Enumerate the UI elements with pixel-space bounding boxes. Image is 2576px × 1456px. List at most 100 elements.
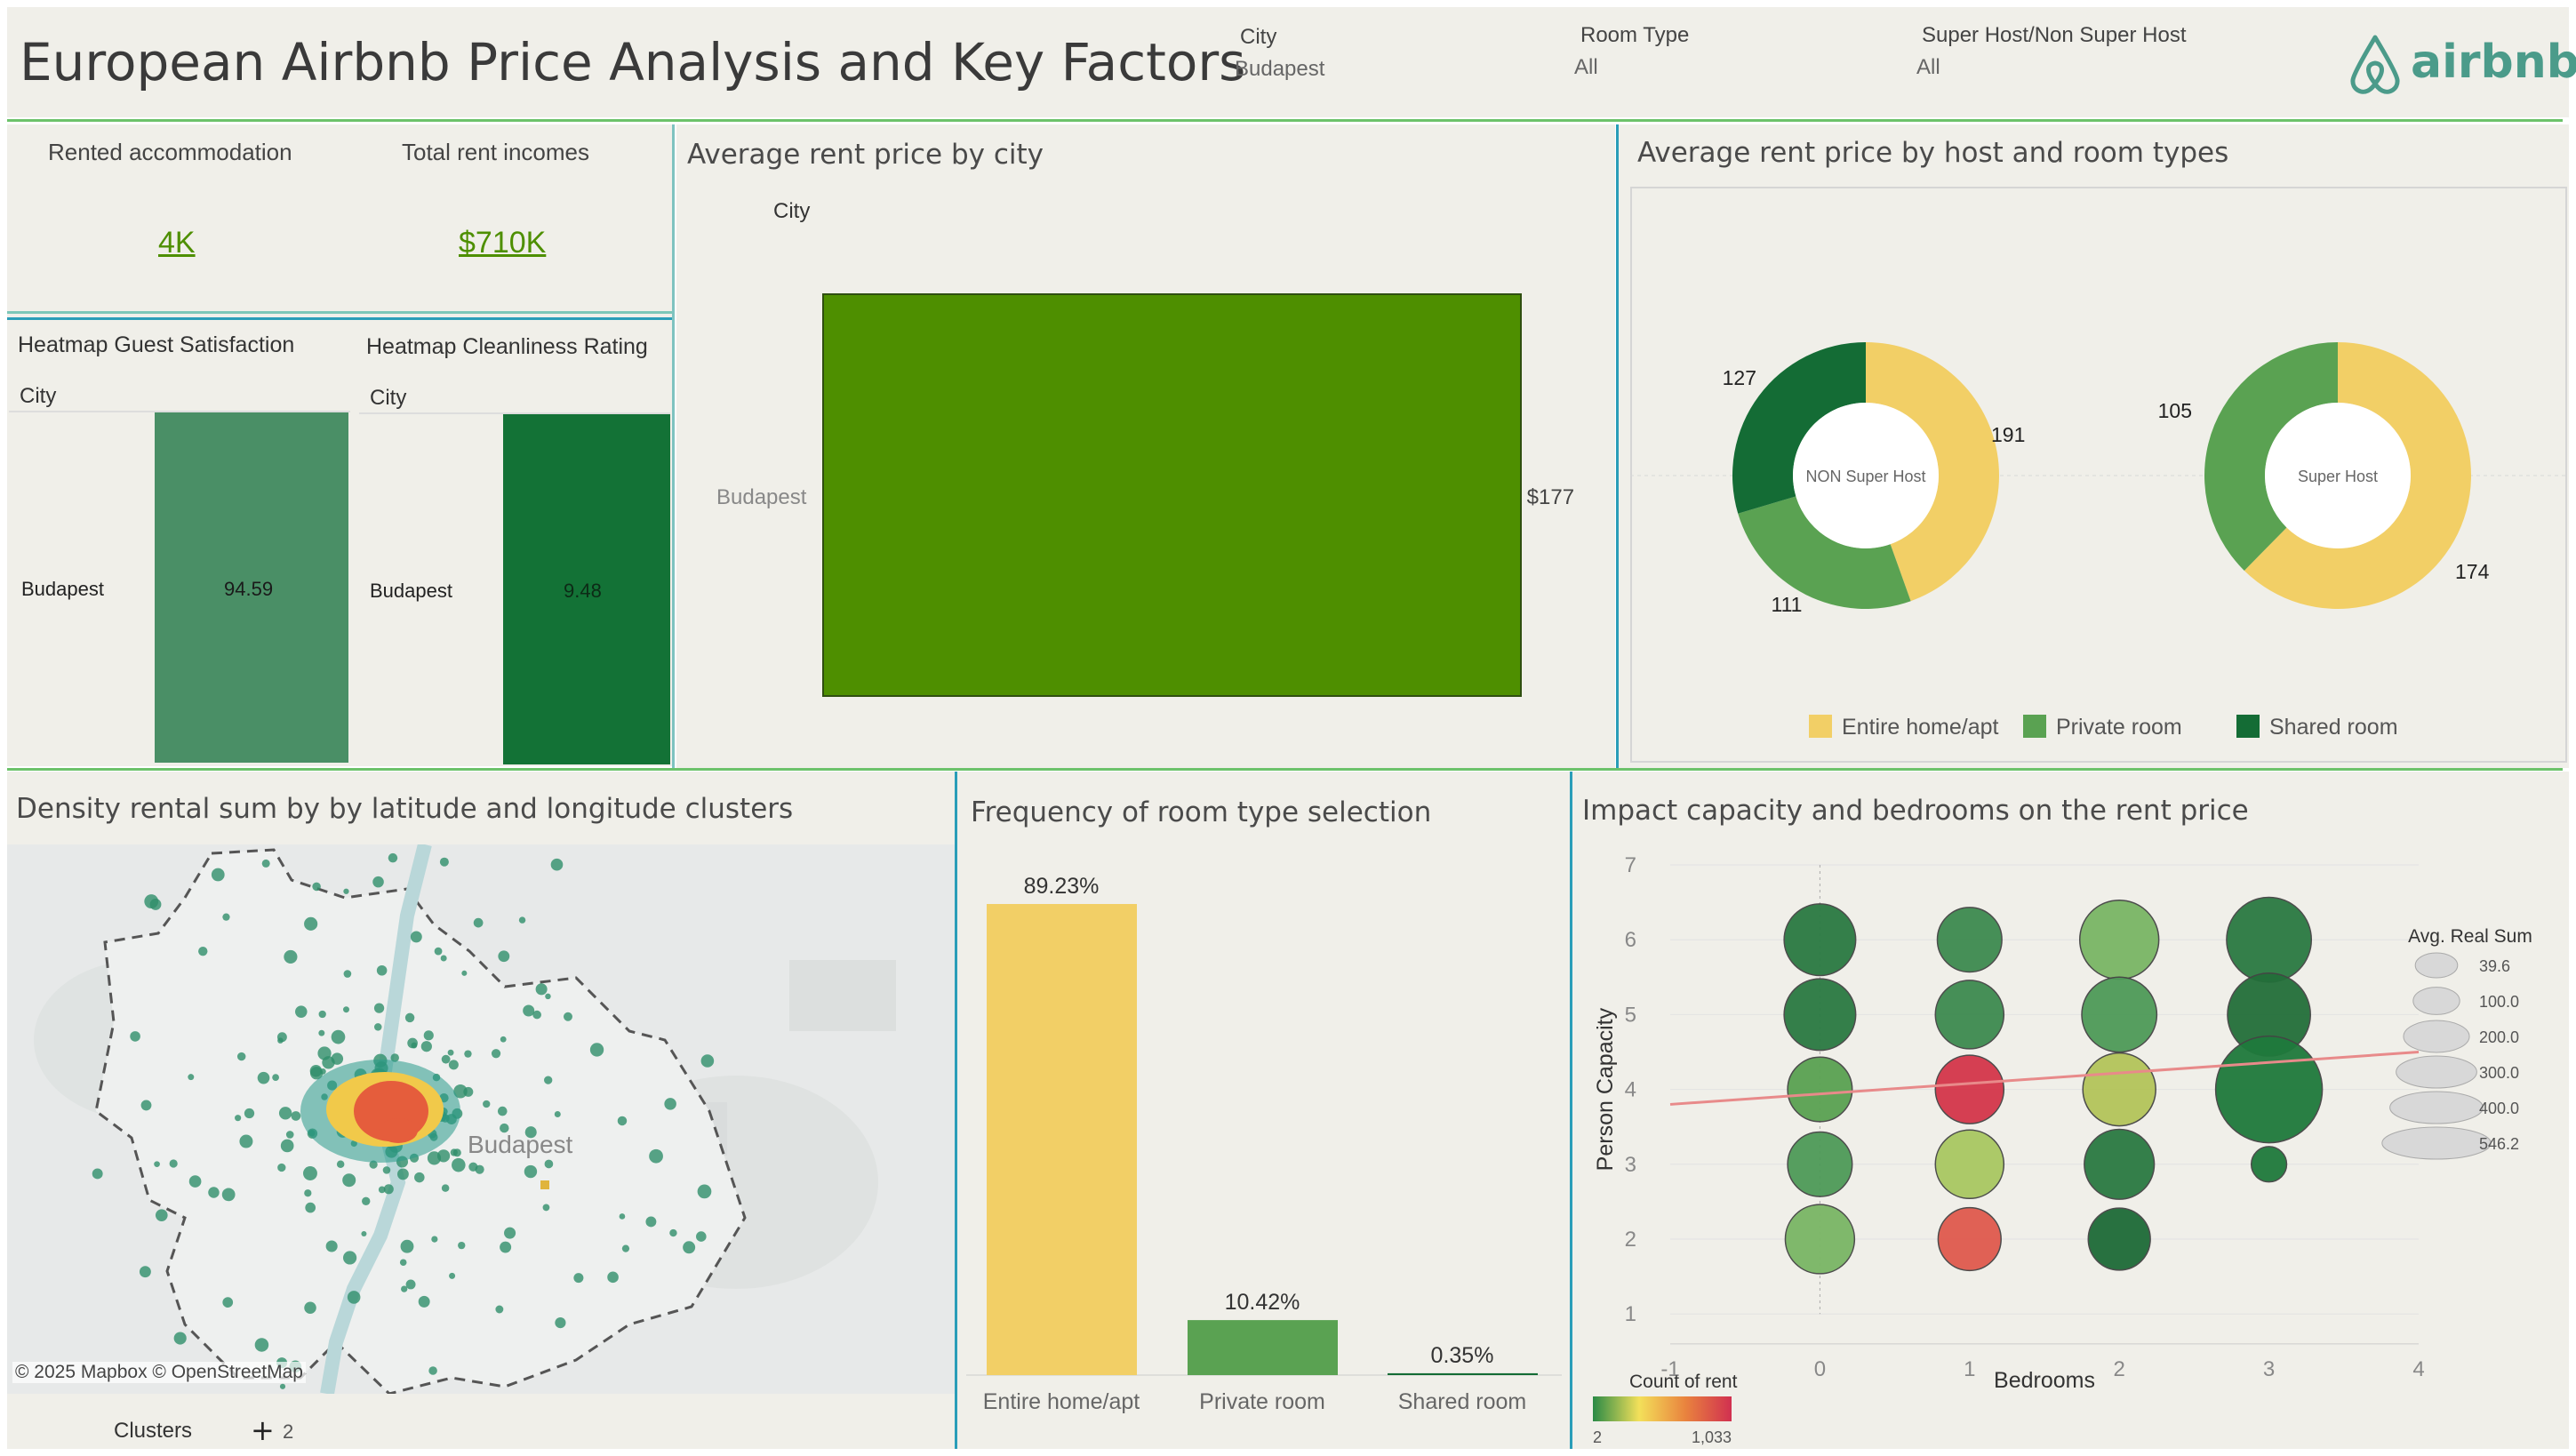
bubble-point[interactable] (1783, 903, 1857, 977)
listing-dot (222, 1297, 234, 1308)
listing-dot (495, 1305, 504, 1314)
bubble-point[interactable] (1787, 1131, 1853, 1197)
listing-dot (491, 1049, 501, 1059)
color-legend-max: 1,033 (1692, 1428, 1732, 1446)
listing-dot (447, 1049, 454, 1056)
listing-dot (542, 1204, 550, 1212)
heatmap-clean-cell[interactable]: 9.48 (503, 414, 670, 764)
bubble-point[interactable] (2078, 899, 2160, 980)
listing-dot (239, 1134, 253, 1148)
bubble-point[interactable] (2081, 976, 2158, 1053)
listing-dot (550, 858, 564, 871)
bubble-point[interactable] (1787, 1056, 1853, 1123)
listing-dot (140, 1100, 152, 1111)
color-legend-min: 2 (1593, 1428, 1602, 1446)
x-axis-label: Entire home/apt (983, 1389, 1140, 1414)
avg-city-title: Average rent price by city (687, 139, 1044, 171)
listing-dot (317, 1046, 332, 1060)
bubble-point[interactable] (1934, 980, 2005, 1050)
listing-dot (497, 1106, 508, 1116)
bar[interactable] (987, 904, 1137, 1375)
x-tick-label: 2 (2114, 1357, 2125, 1381)
divider (672, 124, 675, 768)
listing-dot (343, 970, 352, 978)
listing-dot (304, 1189, 312, 1197)
x-tick-label: 0 (1814, 1357, 1826, 1381)
bar[interactable] (1188, 1320, 1338, 1375)
room-freq-chart: 89.23% Entire home/apt 10.42% Private room 0… (966, 874, 1562, 1414)
bubble-point[interactable] (1934, 1129, 2005, 1200)
bubble-point[interactable] (1936, 907, 2003, 973)
listing-dot (221, 1188, 236, 1202)
listing-dot (473, 917, 484, 928)
map-marker (540, 1180, 549, 1189)
map-attribution[interactable]: © 2025 Mapbox © OpenStreetMap (12, 1362, 306, 1383)
bubble-point[interactable] (1934, 1054, 2005, 1124)
page-title: European Airbnb Price Analysis and Key F… (20, 32, 1246, 92)
kpi-rented-value[interactable]: 4K (158, 226, 196, 260)
slice-value-label: 127 (1723, 366, 1756, 389)
heatmap-clean-title: Heatmap Cleanliness Rating (366, 334, 648, 359)
listing-dot (448, 1060, 459, 1070)
listing-dot (621, 1244, 630, 1252)
bar[interactable] (1388, 1372, 1538, 1375)
listing-dot (222, 913, 230, 921)
column-header: City (20, 384, 57, 408)
plus-icon[interactable]: + (251, 1413, 275, 1447)
listing-dot (272, 1074, 279, 1082)
x-axis-label: Shared room (1398, 1389, 1527, 1414)
listing-dot (545, 993, 551, 1000)
listing-dot (277, 1163, 286, 1172)
size-legend-bubble (2414, 952, 2459, 979)
listing-dot (188, 1175, 202, 1188)
heatmap-guest-cell[interactable]: 94.59 (155, 412, 348, 763)
bar-value-label: 89.23% (1024, 874, 1100, 899)
listing-dot (303, 1166, 317, 1180)
listing-dot (544, 1076, 553, 1084)
listing-dot (188, 1074, 195, 1081)
listing-dot (388, 852, 398, 863)
kpi-income-value[interactable]: $710K (459, 226, 546, 260)
listing-dot (463, 1086, 474, 1097)
map[interactable]: Budapest © 2025 Mapbox © OpenStreetMap (7, 844, 955, 1394)
listing-dot (523, 1004, 535, 1017)
listing-dot (304, 1301, 316, 1314)
listing-dot (649, 1148, 663, 1164)
bubble-point[interactable] (1783, 978, 1857, 1052)
listing-dot (589, 1043, 604, 1057)
listing-dot (440, 955, 447, 962)
bar-budapest[interactable] (822, 293, 1522, 697)
bubble-point[interactable] (2250, 1146, 2288, 1183)
listing-dot (257, 1071, 270, 1084)
listing-dot (544, 1159, 554, 1169)
size-legend-label: 200.0 (2479, 1028, 2519, 1046)
listing-dot (464, 1050, 472, 1058)
color-legend-bar (1593, 1396, 1732, 1421)
bubble-point[interactable] (2214, 1035, 2324, 1144)
bubble-point[interactable] (2082, 1052, 2156, 1127)
listing-dot (276, 1032, 287, 1043)
donut-center-label: Super Host (2298, 468, 2378, 485)
listing-dot (235, 1115, 242, 1122)
listing-dot (458, 1241, 466, 1250)
slice-value-label: 174 (2455, 560, 2490, 583)
filter-label: Room Type (1580, 23, 1690, 47)
size-legend-bubble (2403, 1020, 2470, 1053)
clusters-value: 2 (283, 1420, 294, 1443)
listing-dot (414, 1172, 425, 1183)
listing-dot (291, 1111, 301, 1121)
listing-dot (410, 931, 422, 943)
bubble-point[interactable] (2226, 896, 2313, 983)
x-tick-label: 3 (2263, 1357, 2275, 1381)
listing-dot (304, 916, 318, 931)
bubble-point[interactable] (1937, 1206, 2002, 1272)
kpi-label: Rented accommodation (48, 139, 292, 165)
listing-dot (305, 1202, 316, 1213)
bubble-point[interactable] (2084, 1128, 2156, 1200)
bubble-point[interactable] (1784, 1204, 1856, 1275)
listing-dot (318, 1010, 326, 1019)
legend-label: Shared room (2269, 715, 2398, 740)
listing-dot (500, 1241, 512, 1253)
size-legend-bubble (2412, 987, 2460, 1015)
bubble-point[interactable] (2087, 1207, 2151, 1271)
